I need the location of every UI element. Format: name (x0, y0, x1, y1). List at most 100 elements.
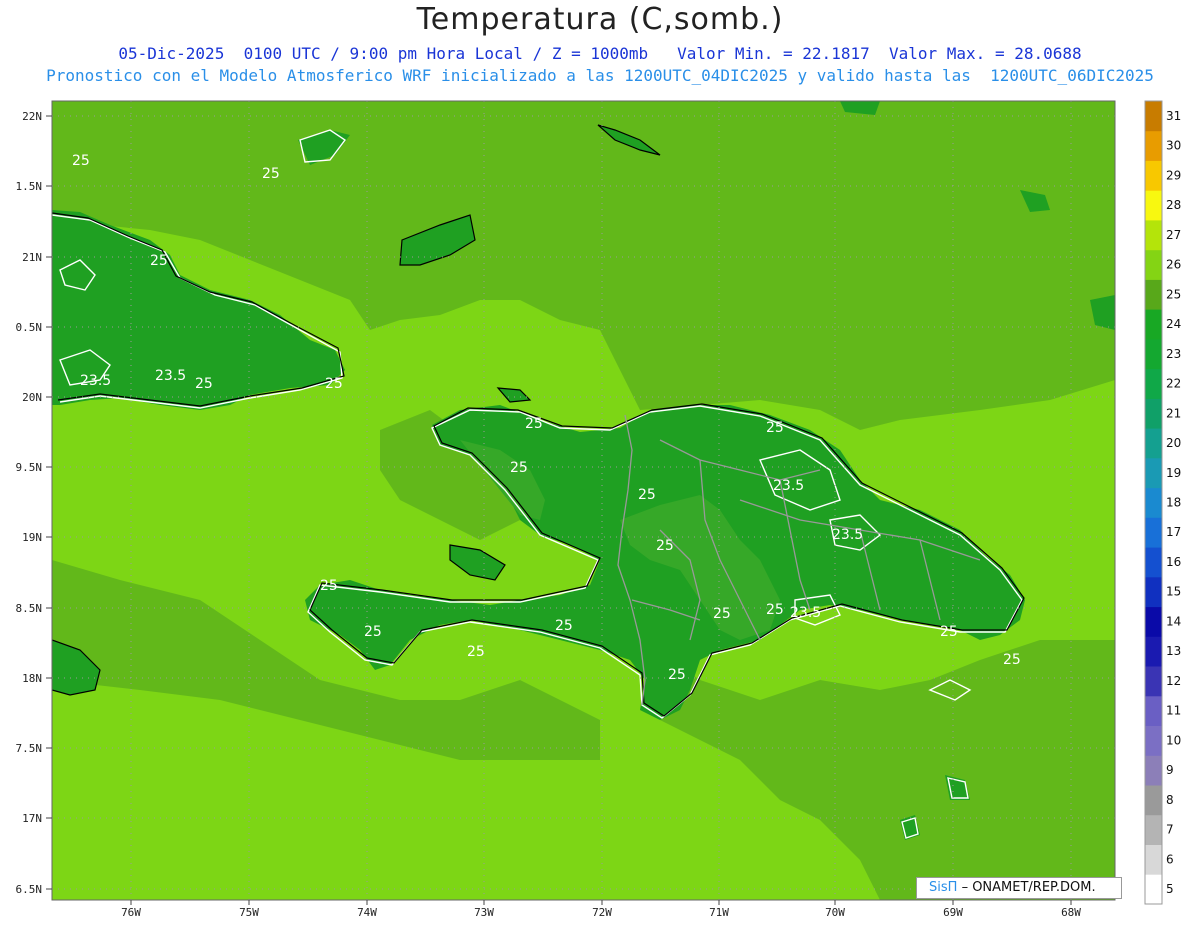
lon-tick-label: 70W (825, 906, 845, 919)
contour-label: 25 (525, 416, 543, 432)
colorbar-swatch (1145, 368, 1162, 399)
lon-tick-label: 69W (943, 906, 963, 919)
brand-logo: SisΠ (929, 880, 958, 895)
contour-label: 25 (766, 602, 784, 618)
colorbar: 5 6 7 8 9 10 11 12 13 14 15 16 17 18 19 20 21 22 23 24 25 26 2… (1144, 100, 1181, 905)
colorbar-label: 8 (1166, 793, 1174, 807)
contour-label: 25 (72, 153, 90, 169)
contour-label: 25 (713, 606, 731, 622)
colorbar-swatch (1145, 844, 1162, 875)
lat-tick-label: 20N (22, 391, 42, 404)
colorbar-swatch (1145, 457, 1162, 489)
lon-tick-label: 74W (357, 906, 377, 919)
colorbar-swatch (1145, 814, 1162, 845)
colorbar-label: 27 (1166, 228, 1181, 242)
colorbar-label: 23 (1166, 347, 1181, 361)
colorbar-swatch (1145, 101, 1162, 132)
contour-label: 23.5 (155, 368, 186, 384)
colorbar-swatch (1145, 755, 1162, 786)
colorbar-swatch (1145, 338, 1162, 370)
colorbar-label: 10 (1166, 733, 1181, 747)
colorbar-swatch (1145, 695, 1162, 726)
lat-tick-label: 0.5N (16, 321, 43, 334)
lon-tick-label: 76W (121, 906, 141, 919)
contour-label: 25 (940, 624, 958, 640)
lat-tick-label: 8.5N (16, 602, 43, 615)
colorbar-label: 24 (1166, 317, 1181, 331)
lon-axis: 76W 75W 74W 73W 72W 71W 70W 69W 68W (121, 900, 1081, 919)
contour-label: 25 (555, 618, 573, 634)
contour-label: 25 (766, 420, 784, 436)
lat-axis: 22N 1.5N 21N 0.5N 20N 9.5N 19N 8.5N 18N … (16, 110, 52, 896)
contour-label: 25 (1003, 652, 1021, 668)
lat-tick-label: 7.5N (16, 742, 43, 755)
credit-box: SisΠ – ONAMET/REP.DOM. (916, 877, 1122, 899)
contour-label: 25 (150, 253, 168, 269)
lon-tick-label: 75W (239, 906, 259, 919)
colorbar-swatch (1145, 428, 1162, 459)
contour-label: 23.5 (790, 605, 821, 621)
contour-label: 25 (668, 667, 686, 683)
lon-tick-label: 72W (592, 906, 612, 919)
colorbar-swatch (1145, 279, 1162, 310)
colorbar-label: 22 (1166, 377, 1181, 391)
contour-label: 25 (656, 538, 674, 554)
lon-tick-label: 73W (474, 906, 494, 919)
colorbar-swatch (1145, 160, 1162, 191)
colorbar-swatch (1145, 785, 1162, 816)
colorbar-label: 12 (1166, 674, 1181, 688)
colorbar-label: 6 (1166, 852, 1174, 866)
colorbar-label: 28 (1166, 198, 1181, 212)
colorbar-label: 16 (1166, 555, 1181, 569)
colorbar-label: 14 (1166, 615, 1181, 629)
colorbar-label: 5 (1166, 882, 1174, 896)
contour-label: 23.5 (832, 527, 863, 543)
colorbar-swatch (1145, 606, 1162, 637)
contour-label: 25 (325, 376, 343, 392)
colorbar-swatch (1145, 547, 1162, 578)
colorbar-swatch (1145, 576, 1162, 608)
colorbar-swatch (1145, 130, 1162, 161)
colorbar-label: 29 (1166, 168, 1181, 182)
colorbar-label: 7 (1166, 823, 1174, 837)
contour-label: 25 (262, 166, 280, 182)
colorbar-label: 11 (1166, 704, 1181, 718)
lon-tick-label: 68W (1061, 906, 1081, 919)
colorbar-swatch (1145, 220, 1162, 251)
colorbar-swatch (1145, 517, 1162, 548)
contour-label: 25 (195, 376, 213, 392)
colorbar-label: 21 (1166, 406, 1181, 420)
colorbar-swatch (1145, 636, 1162, 667)
contour-label: 25 (467, 644, 485, 660)
colorbar-label: 31 (1166, 109, 1181, 123)
lat-tick-label: 1.5N (16, 180, 43, 193)
lat-tick-label: 22N (22, 110, 42, 123)
colorbar-label: 15 (1166, 585, 1181, 599)
temperature-map: 25 25 25 23.5 23.5 25 25 25 25 25 23.5 2… (16, 100, 1181, 919)
colorbar-label: 18 (1166, 496, 1181, 510)
colorbar-swatch (1145, 249, 1162, 280)
contour-label: 25 (364, 624, 382, 640)
colorbar-swatch (1145, 874, 1162, 905)
contour-label: 25 (510, 460, 528, 476)
lat-tick-label: 9.5N (16, 461, 43, 474)
colorbar-label: 30 (1166, 139, 1181, 153)
colorbar-swatch (1145, 398, 1162, 429)
colorbar-label: 26 (1166, 258, 1181, 272)
colorbar-label: 9 (1166, 763, 1174, 777)
colorbar-label: 25 (1166, 287, 1181, 301)
colorbar-label: 13 (1166, 644, 1181, 658)
contour-label: 25 (638, 487, 656, 503)
lon-tick-label: 71W (709, 906, 729, 919)
colorbar-label: 19 (1166, 466, 1181, 480)
contour-label: 23.5 (773, 478, 804, 494)
lat-tick-label: 17N (22, 812, 42, 825)
map-field: 25 25 25 23.5 23.5 25 25 25 25 25 23.5 2… (52, 101, 1115, 900)
lat-tick-label: 6.5N (16, 883, 43, 896)
contour-label: 25 (320, 578, 338, 594)
colorbar-label: 20 (1166, 436, 1181, 450)
colorbar-swatch (1145, 487, 1162, 518)
lat-tick-label: 21N (22, 251, 42, 264)
colorbar-swatch (1145, 666, 1162, 697)
colorbar-label: 17 (1166, 525, 1181, 539)
